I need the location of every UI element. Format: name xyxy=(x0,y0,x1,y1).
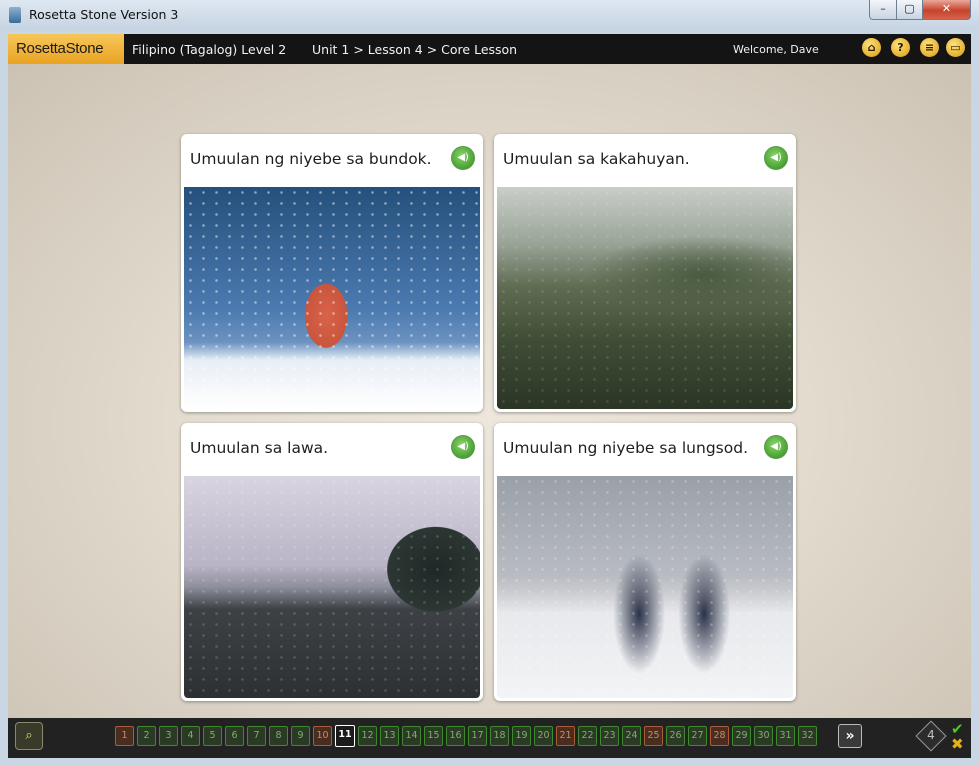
page-button[interactable]: 23 xyxy=(600,726,619,746)
title-bar[interactable]: Rosetta Stone Version 3 – ▢ ✕ xyxy=(0,0,979,30)
page-button[interactable]: 9 xyxy=(291,726,310,746)
page-button[interactable]: 10 xyxy=(313,726,332,746)
card-caption: Umuulan sa lawa. xyxy=(190,439,329,457)
page-button[interactable]: 24 xyxy=(622,726,641,746)
page-button[interactable]: 27 xyxy=(688,726,707,746)
page-button[interactable]: 6 xyxy=(225,726,244,746)
card-caption: Umuulan ng niyebe sa lungsod. xyxy=(503,439,748,457)
page-button[interactable]: 16 xyxy=(446,726,465,746)
page-button[interactable]: 20 xyxy=(534,726,553,746)
page-button[interactable]: 2 xyxy=(137,726,156,746)
speaker-icon[interactable]: ◀) xyxy=(764,146,788,170)
app-header: RosettaStone Filipino (Tagalog) Level 2 … xyxy=(8,34,971,64)
x-icon: ✖ xyxy=(951,735,964,753)
page-button[interactable]: 15 xyxy=(424,726,443,746)
app-window: Rosetta Stone Version 3 – ▢ ✕ RosettaSto… xyxy=(0,0,979,766)
page-button[interactable]: 12 xyxy=(358,726,377,746)
maximize-button[interactable]: ▢ xyxy=(896,0,923,20)
page-button[interactable]: 3 xyxy=(159,726,178,746)
page-button[interactable]: 7 xyxy=(247,726,266,746)
window-title: Rosetta Stone Version 3 xyxy=(29,7,179,22)
card-photo[interactable] xyxy=(497,476,793,698)
welcome-text: Welcome, Dave xyxy=(733,43,819,56)
next-button[interactable]: » xyxy=(838,724,862,748)
card-caption: Umuulan ng niyebe sa bundok. xyxy=(190,150,432,168)
page-button[interactable]: 17 xyxy=(468,726,487,746)
card-photo[interactable] xyxy=(184,476,480,698)
page-navigator: 1 2 3 4 5 6 7 8 9 10 11 12 13 14 15 16 17 18 19 20 21 22 23 24 2… xyxy=(115,725,817,748)
window-icon[interactable]: ▭ xyxy=(946,38,965,57)
answer-card[interactable]: Umuulan sa lawa. ◀) xyxy=(181,423,483,701)
home-icon[interactable]: ⌂ xyxy=(862,38,881,57)
magnifier-icon[interactable]: ⌕ xyxy=(15,722,43,750)
page-button[interactable]: 25 xyxy=(644,726,663,746)
page-button[interactable]: 30 xyxy=(754,726,773,746)
minimize-button[interactable]: – xyxy=(869,0,897,20)
help-icon[interactable]: ? xyxy=(891,38,910,57)
page-button[interactable]: 19 xyxy=(512,726,531,746)
score-value: 4 xyxy=(927,728,935,742)
page-button[interactable]: 4 xyxy=(181,726,200,746)
menu-icon[interactable]: ≡ xyxy=(920,38,939,57)
page-button[interactable]: 21 xyxy=(556,726,575,746)
progress-bar: ⌕ 1 2 3 4 5 6 7 8 9 10 11 12 13 14 15 16 17 18 19 20 21 22 23 2… xyxy=(8,718,971,758)
page-button[interactable]: 28 xyxy=(710,726,729,746)
page-button[interactable]: 8 xyxy=(269,726,288,746)
speaker-icon[interactable]: ◀) xyxy=(451,435,475,459)
page-button[interactable]: 18 xyxy=(490,726,509,746)
card-photo[interactable] xyxy=(184,187,480,409)
course-title: Filipino (Tagalog) Level 2 xyxy=(132,42,287,57)
page-button[interactable]: 11 xyxy=(335,725,355,747)
page-button[interactable]: 22 xyxy=(578,726,597,746)
page-button[interactable]: 31 xyxy=(776,726,795,746)
page-button[interactable]: 29 xyxy=(732,726,751,746)
page-button[interactable]: 5 xyxy=(203,726,222,746)
page-button[interactable]: 26 xyxy=(666,726,685,746)
page-button[interactable]: 1 xyxy=(115,726,134,746)
answer-card[interactable]: Umuulan ng niyebe sa lungsod. ◀) xyxy=(494,423,796,701)
rosetta-stone-logo: RosettaStone xyxy=(8,34,124,64)
page-button[interactable]: 14 xyxy=(402,726,421,746)
close-button[interactable]: ✕ xyxy=(922,0,971,20)
card-caption: Umuulan sa kakahuyan. xyxy=(503,150,690,168)
answer-card[interactable]: Umuulan ng niyebe sa bundok. ◀) xyxy=(181,134,483,412)
lesson-stage: Umuulan ng niyebe sa bundok. ◀) Umuulan … xyxy=(8,64,971,718)
app-icon xyxy=(9,7,21,23)
speaker-icon[interactable]: ◀) xyxy=(451,146,475,170)
page-button[interactable]: 32 xyxy=(798,726,817,746)
breadcrumb: Unit 1 > Lesson 4 > Core Lesson xyxy=(312,42,518,57)
speaker-icon[interactable]: ◀) xyxy=(764,435,788,459)
page-button[interactable]: 13 xyxy=(380,726,399,746)
answer-card[interactable]: Umuulan sa kakahuyan. ◀) xyxy=(494,134,796,412)
card-photo[interactable] xyxy=(497,187,793,409)
